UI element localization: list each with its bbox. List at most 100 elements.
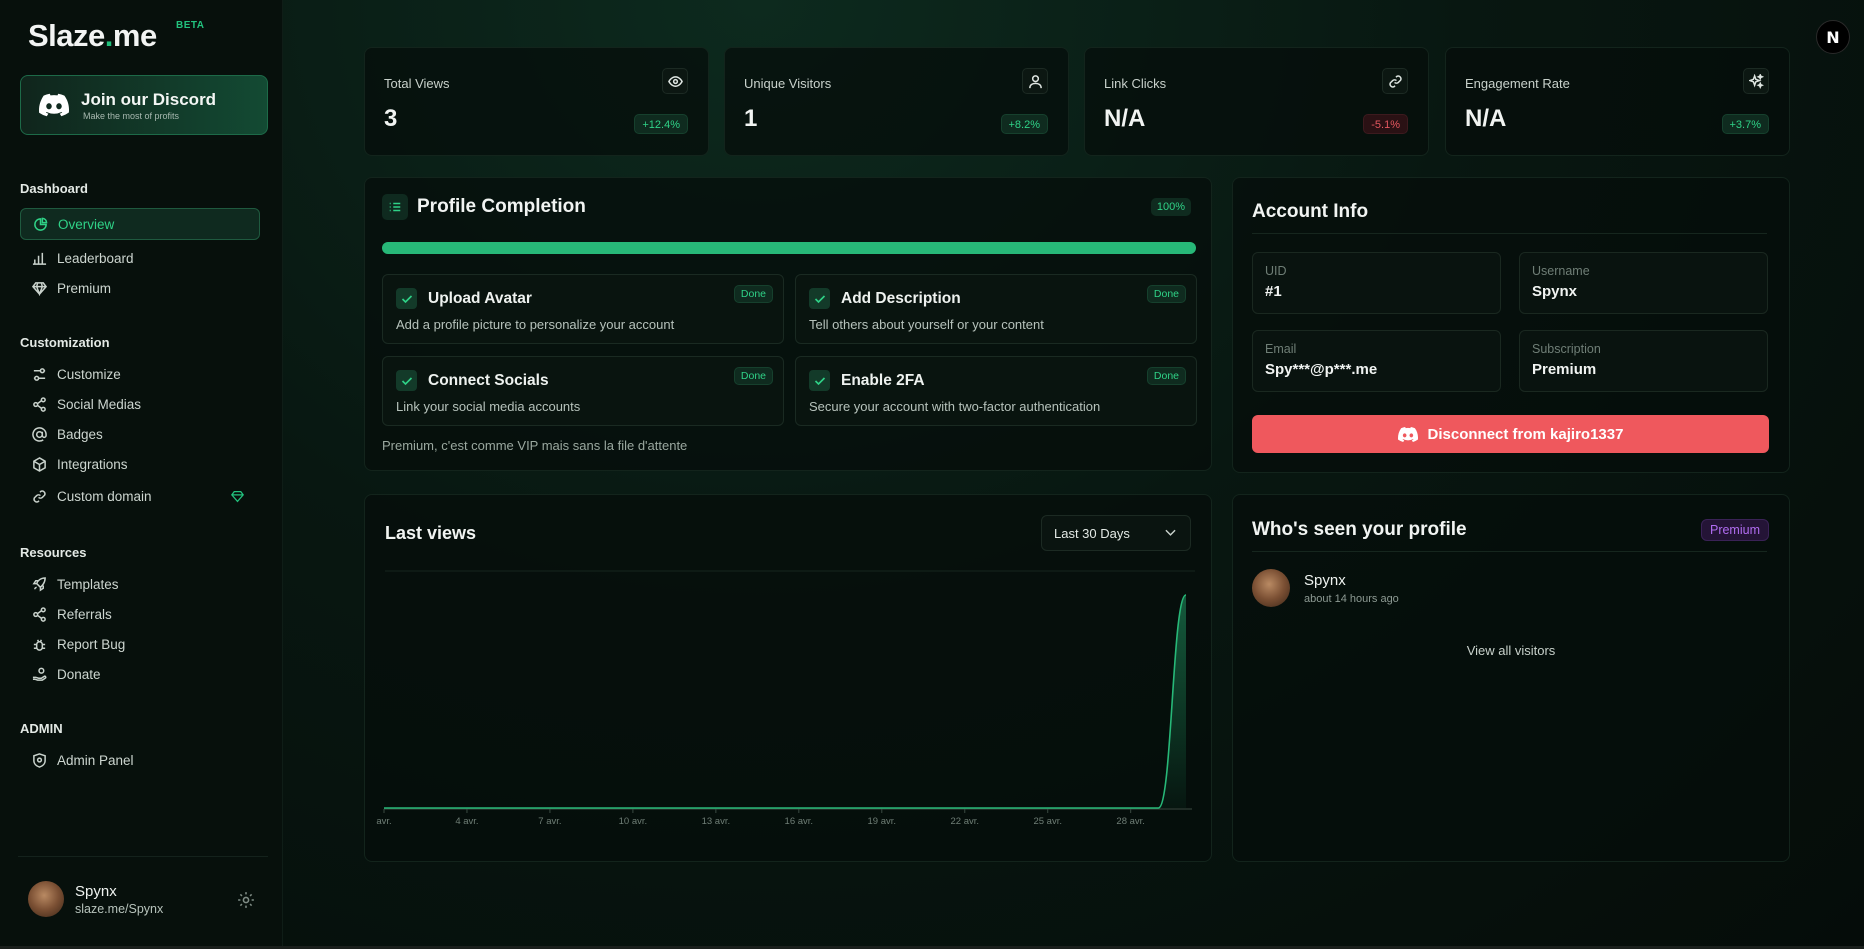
subscription-field: Subscription Premium: [1519, 330, 1768, 392]
hand-coins-icon: [32, 667, 47, 681]
sparkles-icon: [1743, 68, 1769, 94]
views-series-line: [384, 594, 1187, 809]
sidebar-item-badges[interactable]: Badges: [20, 418, 260, 450]
discord-icon: [39, 93, 69, 117]
discord-icon: [1397, 426, 1418, 442]
status-badge: Done: [1146, 285, 1186, 303]
box-icon: [33, 456, 46, 472]
views-chart: avr. 4 avr. 7 avr. 10 avr. 13 avr. 16 avr. 19 …: [376, 570, 1195, 827]
sidebar-item-donate[interactable]: Donate: [20, 658, 260, 690]
field-value: Premium: [1532, 361, 1597, 378]
sidebar-item-label: Integrations: [57, 456, 128, 472]
task-add-description[interactable]: Add Description Tell others about yourse…: [795, 274, 1197, 344]
sidebar-item-leaderboard[interactable]: Leaderboard: [20, 242, 260, 274]
sidebar-item-integrations[interactable]: Integrations: [20, 448, 260, 480]
task-title: Upload Avatar: [428, 290, 532, 307]
link-icon: [33, 489, 46, 503]
status-badge: Done: [733, 285, 773, 303]
sidebar-item-label: Admin Panel: [57, 752, 134, 768]
corner-logo-button[interactable]: N: [1816, 20, 1850, 54]
brand-tld: me: [112, 18, 157, 53]
user-profile-link[interactable]: slaze.me/Spynx: [75, 902, 163, 916]
task-description: Secure your account with two-factor auth…: [809, 399, 1101, 414]
avatar[interactable]: [1252, 569, 1290, 607]
x-tick-label: 13 avr.: [702, 816, 731, 827]
sidebar-item-referrals[interactable]: Referrals: [20, 598, 260, 630]
x-tick-label: avr.: [376, 816, 391, 827]
last-views-card: Last views Last 30 Days avr. 4 avr. 7 avr.…: [364, 494, 1212, 862]
views-area-fill: [384, 595, 1186, 808]
view-all-visitors-link[interactable]: View all visitors: [1233, 643, 1789, 658]
sidebar-item-admin-panel[interactable]: Admin Panel: [20, 744, 260, 776]
sidebar-item-premium[interactable]: Premium: [20, 272, 260, 304]
email-field: Email Spy***@p***.me: [1252, 330, 1501, 392]
sidebar-item-templates[interactable]: Templates: [20, 568, 260, 600]
checklist-icon: [382, 194, 408, 220]
visitor-name[interactable]: Spynx: [1304, 572, 1346, 589]
x-tick-label: 7 avr.: [538, 816, 561, 827]
join-discord-button[interactable]: Join our Discord Make the most of profit…: [20, 75, 268, 135]
x-tick-label: 19 avr.: [868, 816, 897, 827]
visitor-timestamp: about 14 hours ago: [1304, 593, 1399, 605]
sidebar-item-label: Custom domain: [57, 488, 152, 504]
profile-completion-card: Profile Completion 100% Upload Avatar Ad…: [364, 177, 1212, 471]
account-info-card: Account Info UID #1 Username Spynx Email…: [1232, 177, 1790, 473]
task-description: Link your social media accounts: [396, 399, 581, 414]
discord-title: Join our Discord: [81, 90, 217, 109]
section-title-customization: Customization: [20, 335, 110, 350]
task-connect-socials[interactable]: Connect Socials Link your social media a…: [382, 356, 784, 426]
sidebar-item-custom-domain[interactable]: Custom domain: [20, 480, 260, 512]
gear-icon[interactable]: [237, 891, 255, 909]
stat-value: 3: [384, 105, 398, 132]
brand-dot: .: [104, 18, 114, 53]
disconnect-label: Disconnect from kajiro1337: [1427, 425, 1624, 443]
avatar[interactable]: [28, 881, 64, 917]
account-info-title: Account Info: [1252, 201, 1369, 222]
brand-name: Slaze: [28, 18, 105, 53]
sidebar-item-overview[interactable]: Overview: [20, 208, 260, 240]
beta-badge: BETA: [176, 20, 205, 31]
link-icon: [1382, 68, 1408, 94]
sidebar-divider: [18, 856, 268, 857]
x-tick-label: 16 avr.: [785, 816, 814, 827]
status-badge: Done: [1146, 367, 1186, 385]
sidebar-item-label: Badges: [57, 426, 103, 442]
at-sign-icon: [32, 426, 47, 442]
sidebar-item-label: Premium: [57, 280, 112, 296]
username-field: Username Spynx: [1519, 252, 1768, 314]
check-icon: [809, 288, 830, 309]
sidebar-item-label: Social Medias: [57, 396, 142, 412]
task-enable-2fa[interactable]: Enable 2FA Secure your account with two-…: [795, 356, 1197, 426]
stat-label: Unique Visitors: [744, 76, 832, 91]
field-label: UID: [1265, 264, 1287, 278]
section-title-admin: ADMIN: [20, 721, 63, 736]
premium-badge: Premium: [1700, 519, 1769, 541]
sidebar-item-customize[interactable]: Customize: [20, 358, 260, 390]
whos-seen-title: Who's seen your profile: [1252, 519, 1467, 540]
sidebar-item-label: Report Bug: [57, 636, 126, 652]
x-tick-label: 10 avr.: [619, 816, 648, 827]
stat-card-total-views: Total Views 3 +12.4%: [364, 47, 709, 156]
disconnect-discord-button[interactable]: Disconnect from kajiro1337: [1252, 415, 1769, 453]
stat-value: N/A: [1104, 105, 1146, 132]
check-icon: [396, 370, 417, 391]
share-icon: [33, 396, 46, 412]
stat-card-unique-visitors: Unique Visitors 1 +8.2%: [724, 47, 1069, 156]
completion-percent-badge: 100%: [1150, 198, 1191, 216]
trend-badge: +8.2%: [1000, 114, 1048, 134]
user-name: Spynx: [75, 883, 117, 900]
stat-card-link-clicks: Link Clicks N/A -5.1%: [1084, 47, 1429, 156]
sidebar-item-social-medias[interactable]: Social Medias: [20, 388, 260, 420]
task-upload-avatar[interactable]: Upload Avatar Add a profile picture to p…: [382, 274, 784, 344]
brand-logo[interactable]: Slaze.me BETA: [28, 18, 204, 54]
overview-icon: [34, 217, 48, 231]
sidebar-item-report-bug[interactable]: Report Bug: [20, 628, 260, 660]
sidebar-item-label: Referrals: [57, 606, 112, 622]
sidebar-item-label: Overview: [58, 216, 115, 232]
task-title: Enable 2FA: [841, 372, 925, 389]
task-description: Add a profile picture to personalize you…: [396, 317, 675, 332]
completion-progress-bar: [382, 242, 1196, 254]
x-tick-label: 4 avr.: [455, 816, 478, 827]
sidebar-item-label: Leaderboard: [57, 250, 134, 266]
divider: [1252, 551, 1767, 552]
